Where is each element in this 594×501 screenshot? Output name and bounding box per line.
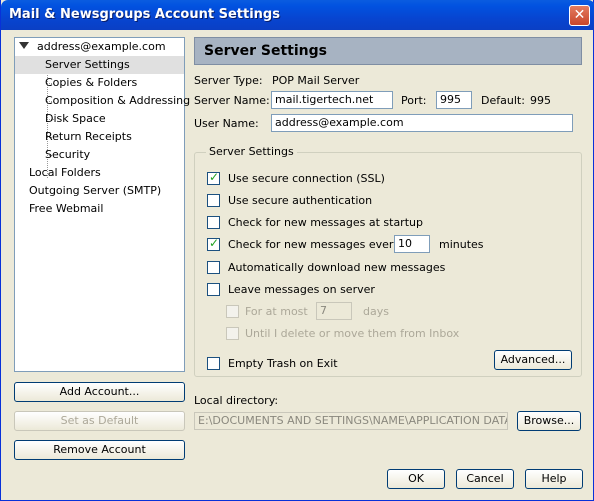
ok-button[interactable]: OK — [387, 469, 445, 489]
tree-item-server-settings[interactable]: Server Settings — [15, 56, 184, 74]
port-field[interactable]: 995 — [436, 91, 472, 109]
title-bar[interactable]: Mail & Newsgroups Account Settings ✕ — [1, 0, 594, 30]
auto-download-checkbox[interactable] — [207, 261, 220, 274]
check-startup-label: Check for new messages at startup — [228, 216, 423, 229]
for-at-most-checkbox[interactable] — [226, 305, 239, 318]
panel-header: Server Settings — [194, 37, 582, 65]
tree-item-free-webmail[interactable]: Free Webmail — [29, 200, 103, 218]
tree-item-outgoing-server[interactable]: Outgoing Server (SMTP) — [29, 182, 161, 200]
tree-item-security[interactable]: Security — [45, 146, 90, 164]
user-name-field[interactable]: address@example.com — [271, 114, 573, 132]
add-account-button[interactable]: Add Account... — [14, 382, 185, 402]
local-directory-label: Local directory: — [194, 394, 279, 407]
minutes-label: minutes — [439, 238, 484, 251]
secure-auth-checkbox[interactable] — [207, 194, 220, 207]
empty-trash-checkbox[interactable] — [207, 357, 220, 370]
set-default-button[interactable]: Set as Default — [14, 411, 185, 431]
until-delete-label: Until I delete or move them from Inbox — [245, 327, 460, 340]
local-directory-field[interactable]: E:\DOCUMENTS AND SETTINGS\NAME\APPLICATI… — [194, 412, 508, 430]
secure-auth-label: Use secure authentication — [228, 194, 373, 207]
close-button[interactable]: ✕ — [569, 5, 590, 26]
server-name-label: Server Name: — [194, 94, 270, 107]
default-label: Default: — [481, 94, 525, 107]
window-title: Mail & Newsgroups Account Settings — [9, 7, 280, 22]
until-delete-checkbox[interactable] — [226, 327, 239, 340]
days-label: days — [363, 305, 389, 318]
browse-button[interactable]: Browse... — [517, 411, 581, 431]
close-icon: ✕ — [573, 7, 586, 23]
account-tree[interactable]: address@example.com Server Settings Copi… — [14, 37, 190, 372]
server-type-label: Server Type: — [194, 74, 263, 87]
account-settings-window: Mail & Newsgroups Account Settings ✕ add… — [0, 0, 594, 501]
advanced-button[interactable]: Advanced... — [494, 350, 572, 370]
check-every-checkbox[interactable]: ✓ — [207, 236, 220, 251]
group-title: Server Settings — [206, 145, 297, 158]
tree-item-disk-space[interactable]: Disk Space — [45, 110, 106, 128]
port-label: Port: — [401, 94, 427, 107]
days-field[interactable]: 7 — [316, 302, 352, 320]
tree-item-local-folders[interactable]: Local Folders — [29, 164, 101, 182]
check-startup-checkbox[interactable] — [207, 216, 220, 229]
server-type-value: POP Mail Server — [272, 74, 360, 87]
check-every-label: Check for new messages every — [228, 238, 400, 251]
user-name-label: User Name: — [194, 117, 259, 130]
ssl-label: Use secure connection (SSL) — [228, 172, 385, 185]
tree-item-return-receipts[interactable]: Return Receipts — [45, 128, 132, 146]
check-interval-field[interactable]: 10 — [394, 235, 430, 253]
for-at-most-label: For at most — [245, 305, 308, 318]
cancel-button[interactable]: Cancel — [456, 469, 514, 489]
ssl-checkbox[interactable]: ✓ — [207, 170, 220, 185]
server-name-field[interactable]: mail.tigertech.net — [271, 91, 393, 109]
leave-messages-checkbox[interactable] — [207, 283, 220, 296]
empty-trash-label: Empty Trash on Exit — [228, 357, 338, 370]
collapse-twisty-icon[interactable] — [19, 42, 29, 49]
checkmark-icon: ✓ — [209, 170, 220, 184]
default-port-value: 995 — [530, 94, 551, 107]
remove-account-button[interactable]: Remove Account — [14, 440, 185, 460]
checkmark-icon: ✓ — [209, 236, 220, 250]
page-title: Server Settings — [204, 43, 327, 59]
auto-download-label: Automatically download new messages — [228, 261, 446, 274]
help-button[interactable]: Help — [525, 469, 583, 489]
leave-messages-label: Leave messages on server — [228, 283, 375, 296]
tree-item-copies-folders[interactable]: Copies & Folders — [45, 74, 137, 92]
tree-item-composition[interactable]: Composition & Addressing — [45, 92, 190, 110]
tree-item-account[interactable]: address@example.com — [37, 38, 166, 56]
